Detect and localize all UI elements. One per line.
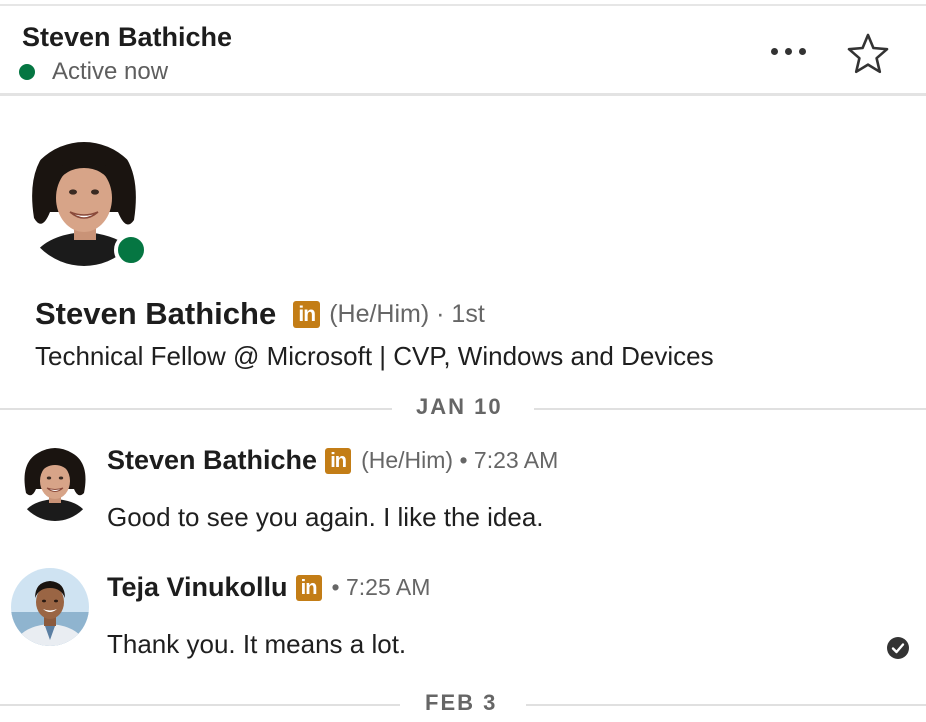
profile-pronouns: (He/Him)	[329, 299, 430, 328]
active-status-text: Active now	[52, 58, 169, 85]
online-status-indicator	[114, 233, 148, 267]
more-options-button[interactable]	[762, 34, 814, 68]
message-sender-name[interactable]: Teja Vinukollu	[107, 572, 288, 603]
conversation-header: Steven Bathiche Active now	[0, 6, 926, 94]
sender-avatar[interactable]	[16, 443, 94, 521]
linkedin-premium-icon: in	[293, 300, 321, 328]
profile-name[interactable]: Steven Bathiche	[35, 296, 276, 332]
message-text: Good to see you again. I like the idea.	[107, 502, 544, 532]
date-divider: FEB 3	[0, 690, 926, 720]
date-divider: JAN 10	[0, 394, 926, 424]
star-icon[interactable]	[844, 30, 892, 78]
message-header: Teja Vinukollu in • 7:25 AM	[107, 572, 430, 603]
seen-check-icon	[887, 637, 909, 659]
header-contact-name[interactable]: Steven Bathiche	[22, 22, 232, 53]
date-divider-label: FEB 3	[425, 690, 498, 715]
message-text: Thank you. It means a lot.	[107, 629, 407, 659]
linkedin-premium-icon: in	[325, 447, 352, 474]
linkedin-premium-icon: in	[295, 574, 322, 601]
header-divider	[0, 93, 926, 96]
message-sender-name[interactable]: Steven Bathiche	[107, 445, 317, 476]
profile-headline: Technical Fellow @ Microsoft | CVP, Wind…	[35, 341, 714, 371]
profile-name-row: Steven Bathiche in (He/Him) · 1st	[35, 296, 485, 332]
date-divider-label: JAN 10	[416, 394, 503, 419]
sender-avatar[interactable]	[11, 568, 89, 646]
active-status-dot	[19, 64, 35, 80]
message-meta: • 7:25 AM	[331, 574, 431, 600]
message-meta: (He/Him) • 7:23 AM	[361, 447, 559, 473]
connection-degree: · 1st	[436, 299, 485, 328]
more-horizontal-icon	[770, 47, 778, 55]
message-header: Steven Bathiche in (He/Him) • 7:23 AM	[107, 445, 558, 476]
